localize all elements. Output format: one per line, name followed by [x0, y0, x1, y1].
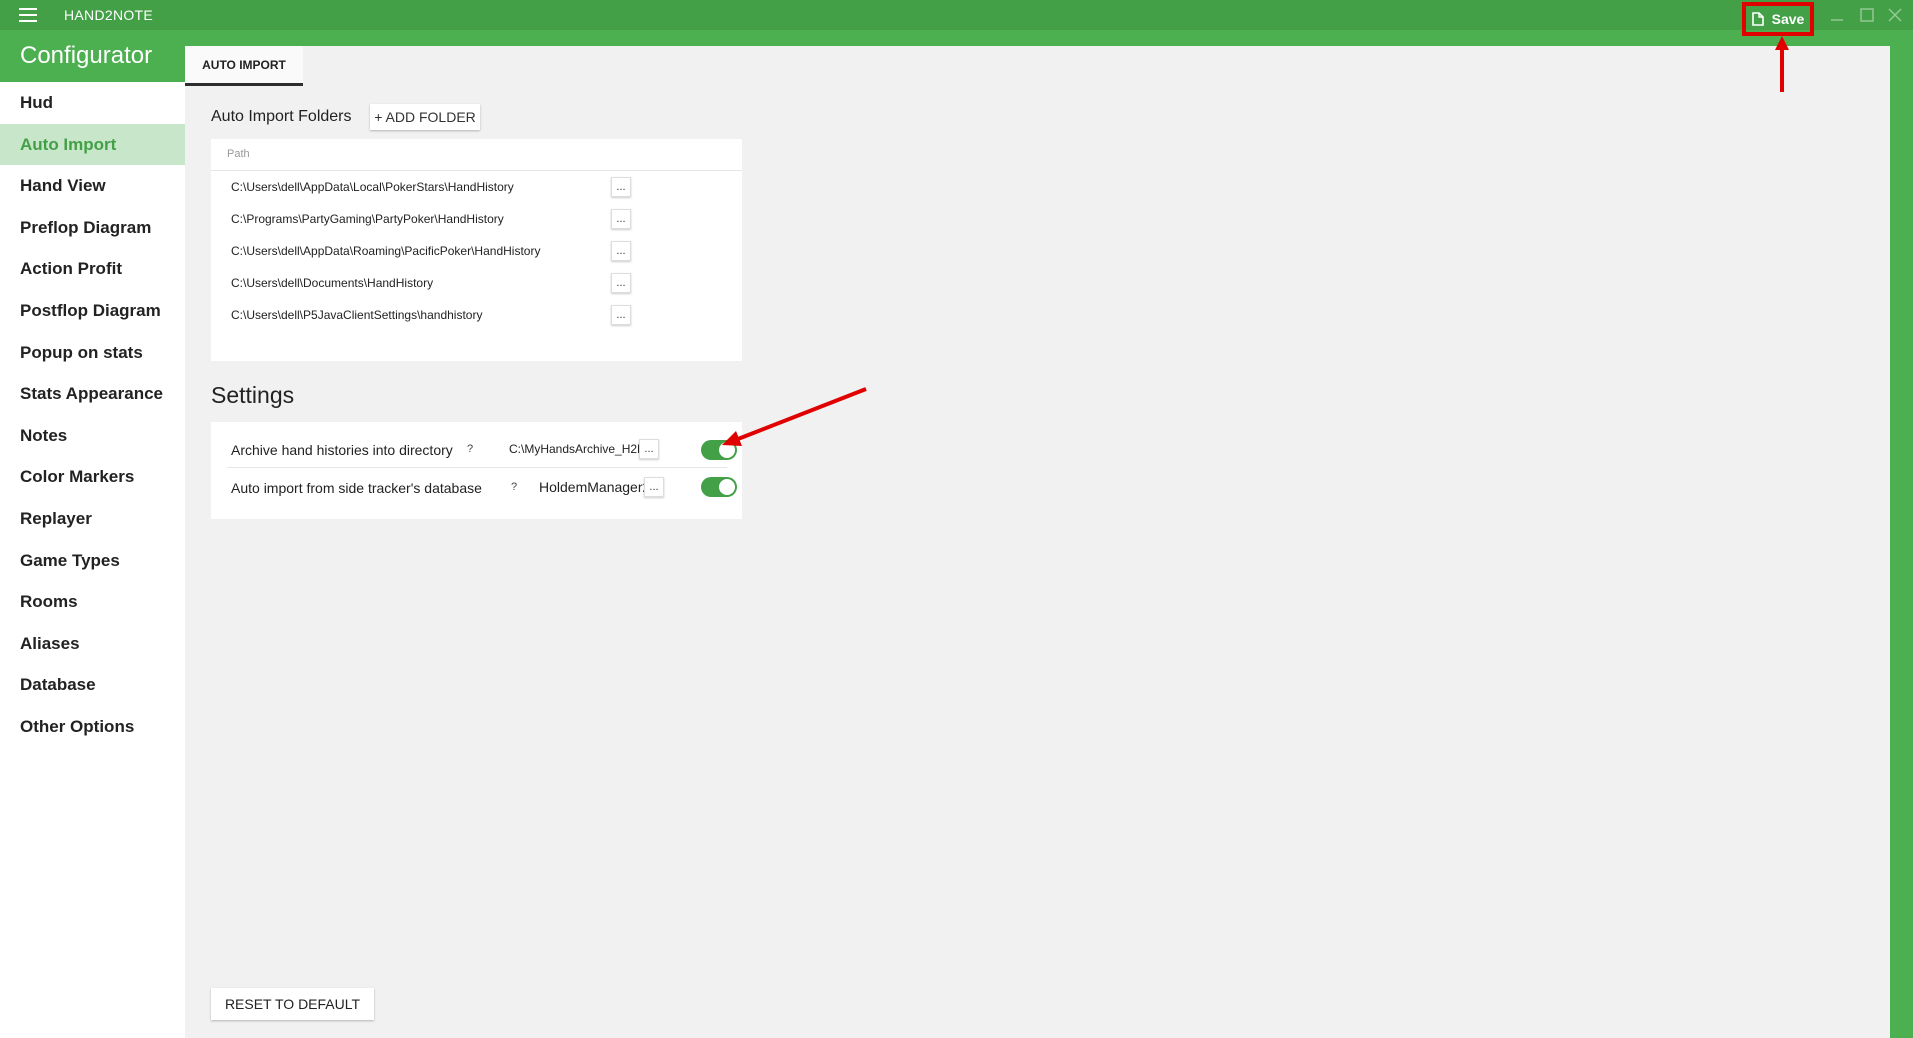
sidebar-item-popup-on-stats[interactable]: Popup on stats: [0, 332, 185, 374]
folder-path: C:\Users\dell\Documents\HandHistory: [231, 276, 434, 290]
sidebar-item-hud[interactable]: Hud: [0, 82, 185, 124]
app-title: HAND2NOTE: [64, 7, 154, 23]
sidebar-item-color-markers[interactable]: Color Markers: [0, 456, 185, 498]
sidebar: Configurator Hud Auto Import Hand View P…: [0, 30, 185, 1038]
tab-auto-import[interactable]: AUTO IMPORT: [185, 46, 303, 86]
browse-folder-button[interactable]: ...: [611, 241, 631, 261]
minimize-icon[interactable]: [1828, 6, 1846, 24]
file-icon: [1751, 12, 1764, 26]
sidebar-item-hand-view[interactable]: Hand View: [0, 165, 185, 207]
hamburger-menu-icon[interactable]: [19, 8, 37, 22]
sidebar-item-replayer[interactable]: Replayer: [0, 498, 185, 540]
sidebar-item-game-types[interactable]: Game Types: [0, 540, 185, 582]
archive-toggle[interactable]: [701, 440, 737, 460]
table-row: C:\Users\dell\AppData\Local\PokerStars\H…: [211, 171, 742, 203]
browse-folder-button[interactable]: ...: [611, 273, 631, 293]
table-row: C:\Users\dell\Documents\HandHistory ...: [211, 267, 742, 299]
sidebar-title: Configurator: [0, 30, 185, 82]
table-row: C:\Users\dell\P5JavaClientSettings\handh…: [211, 299, 742, 331]
help-icon[interactable]: ?: [511, 481, 517, 493]
sidebar-item-other-options[interactable]: Other Options: [0, 706, 185, 748]
browse-folder-button[interactable]: ...: [611, 209, 631, 229]
folder-path: C:\Users\dell\P5JavaClientSettings\handh…: [231, 308, 483, 322]
add-folder-button[interactable]: + ADD FOLDER: [370, 104, 480, 130]
auto-import-folders-title: Auto Import Folders: [211, 108, 352, 125]
side-tracker-setting-label: Auto import from side tracker's database: [231, 480, 482, 496]
sidebar-item-rooms[interactable]: Rooms: [0, 581, 185, 623]
sidebar-item-database[interactable]: Database: [0, 664, 185, 706]
browse-folder-button[interactable]: ...: [611, 177, 631, 197]
browse-archive-directory-button[interactable]: ...: [639, 439, 659, 459]
side-tracker-setting-row: Auto import from side tracker's database…: [227, 468, 737, 506]
sidebar-item-preflop-diagram[interactable]: Preflop Diagram: [0, 207, 185, 249]
maximize-icon[interactable]: [1858, 6, 1876, 24]
settings-title: Settings: [211, 382, 295, 408]
close-icon[interactable]: [1886, 6, 1904, 24]
folder-paths-table: Path C:\Users\dell\AppData\Local\PokerSt…: [211, 139, 742, 361]
folder-path: C:\Programs\PartyGaming\PartyPoker\HandH…: [231, 212, 504, 226]
table-row: C:\Programs\PartyGaming\PartyPoker\HandH…: [211, 203, 742, 235]
main-panel: AUTO IMPORT Auto Import Folders + ADD FO…: [185, 46, 1890, 1038]
title-bar: HAND2NOTE Save: [0, 0, 1913, 36]
app-window: HAND2NOTE Save Configurator Hud Auto Imp…: [0, 0, 1913, 1038]
folder-path: C:\Users\dell\AppData\Local\PokerStars\H…: [231, 180, 514, 194]
archive-setting-row: Archive hand histories into directory ? …: [227, 430, 737, 468]
archive-directory-value: C:\MyHandsArchive_H2N: [509, 442, 646, 456]
help-icon[interactable]: ?: [467, 443, 473, 455]
sidebar-item-notes[interactable]: Notes: [0, 415, 185, 457]
sidebar-item-auto-import[interactable]: Auto Import: [0, 123, 185, 166]
browse-side-tracker-button[interactable]: ...: [644, 477, 664, 497]
sidebar-item-postflop-diagram[interactable]: Postflop Diagram: [0, 290, 185, 332]
settings-card: Archive hand histories into directory ? …: [211, 422, 742, 519]
archive-setting-label: Archive hand histories into directory: [231, 442, 453, 458]
path-column-header: Path: [211, 139, 742, 171]
side-tracker-value: HoldemManager2: [539, 479, 651, 495]
save-button-label: Save: [1771, 11, 1805, 27]
sidebar-item-aliases[interactable]: Aliases: [0, 623, 185, 665]
folder-path: C:\Users\dell\AppData\Roaming\PacificPok…: [231, 244, 541, 258]
table-row: C:\Users\dell\AppData\Roaming\PacificPok…: [211, 235, 742, 267]
save-button[interactable]: Save: [1742, 2, 1814, 36]
browse-folder-button[interactable]: ...: [611, 305, 631, 325]
side-tracker-toggle[interactable]: [701, 477, 737, 497]
sidebar-item-action-profit[interactable]: Action Profit: [0, 248, 185, 290]
sidebar-item-stats-appearance[interactable]: Stats Appearance: [0, 373, 185, 415]
reset-to-default-button[interactable]: RESET TO DEFAULT: [211, 988, 374, 1020]
